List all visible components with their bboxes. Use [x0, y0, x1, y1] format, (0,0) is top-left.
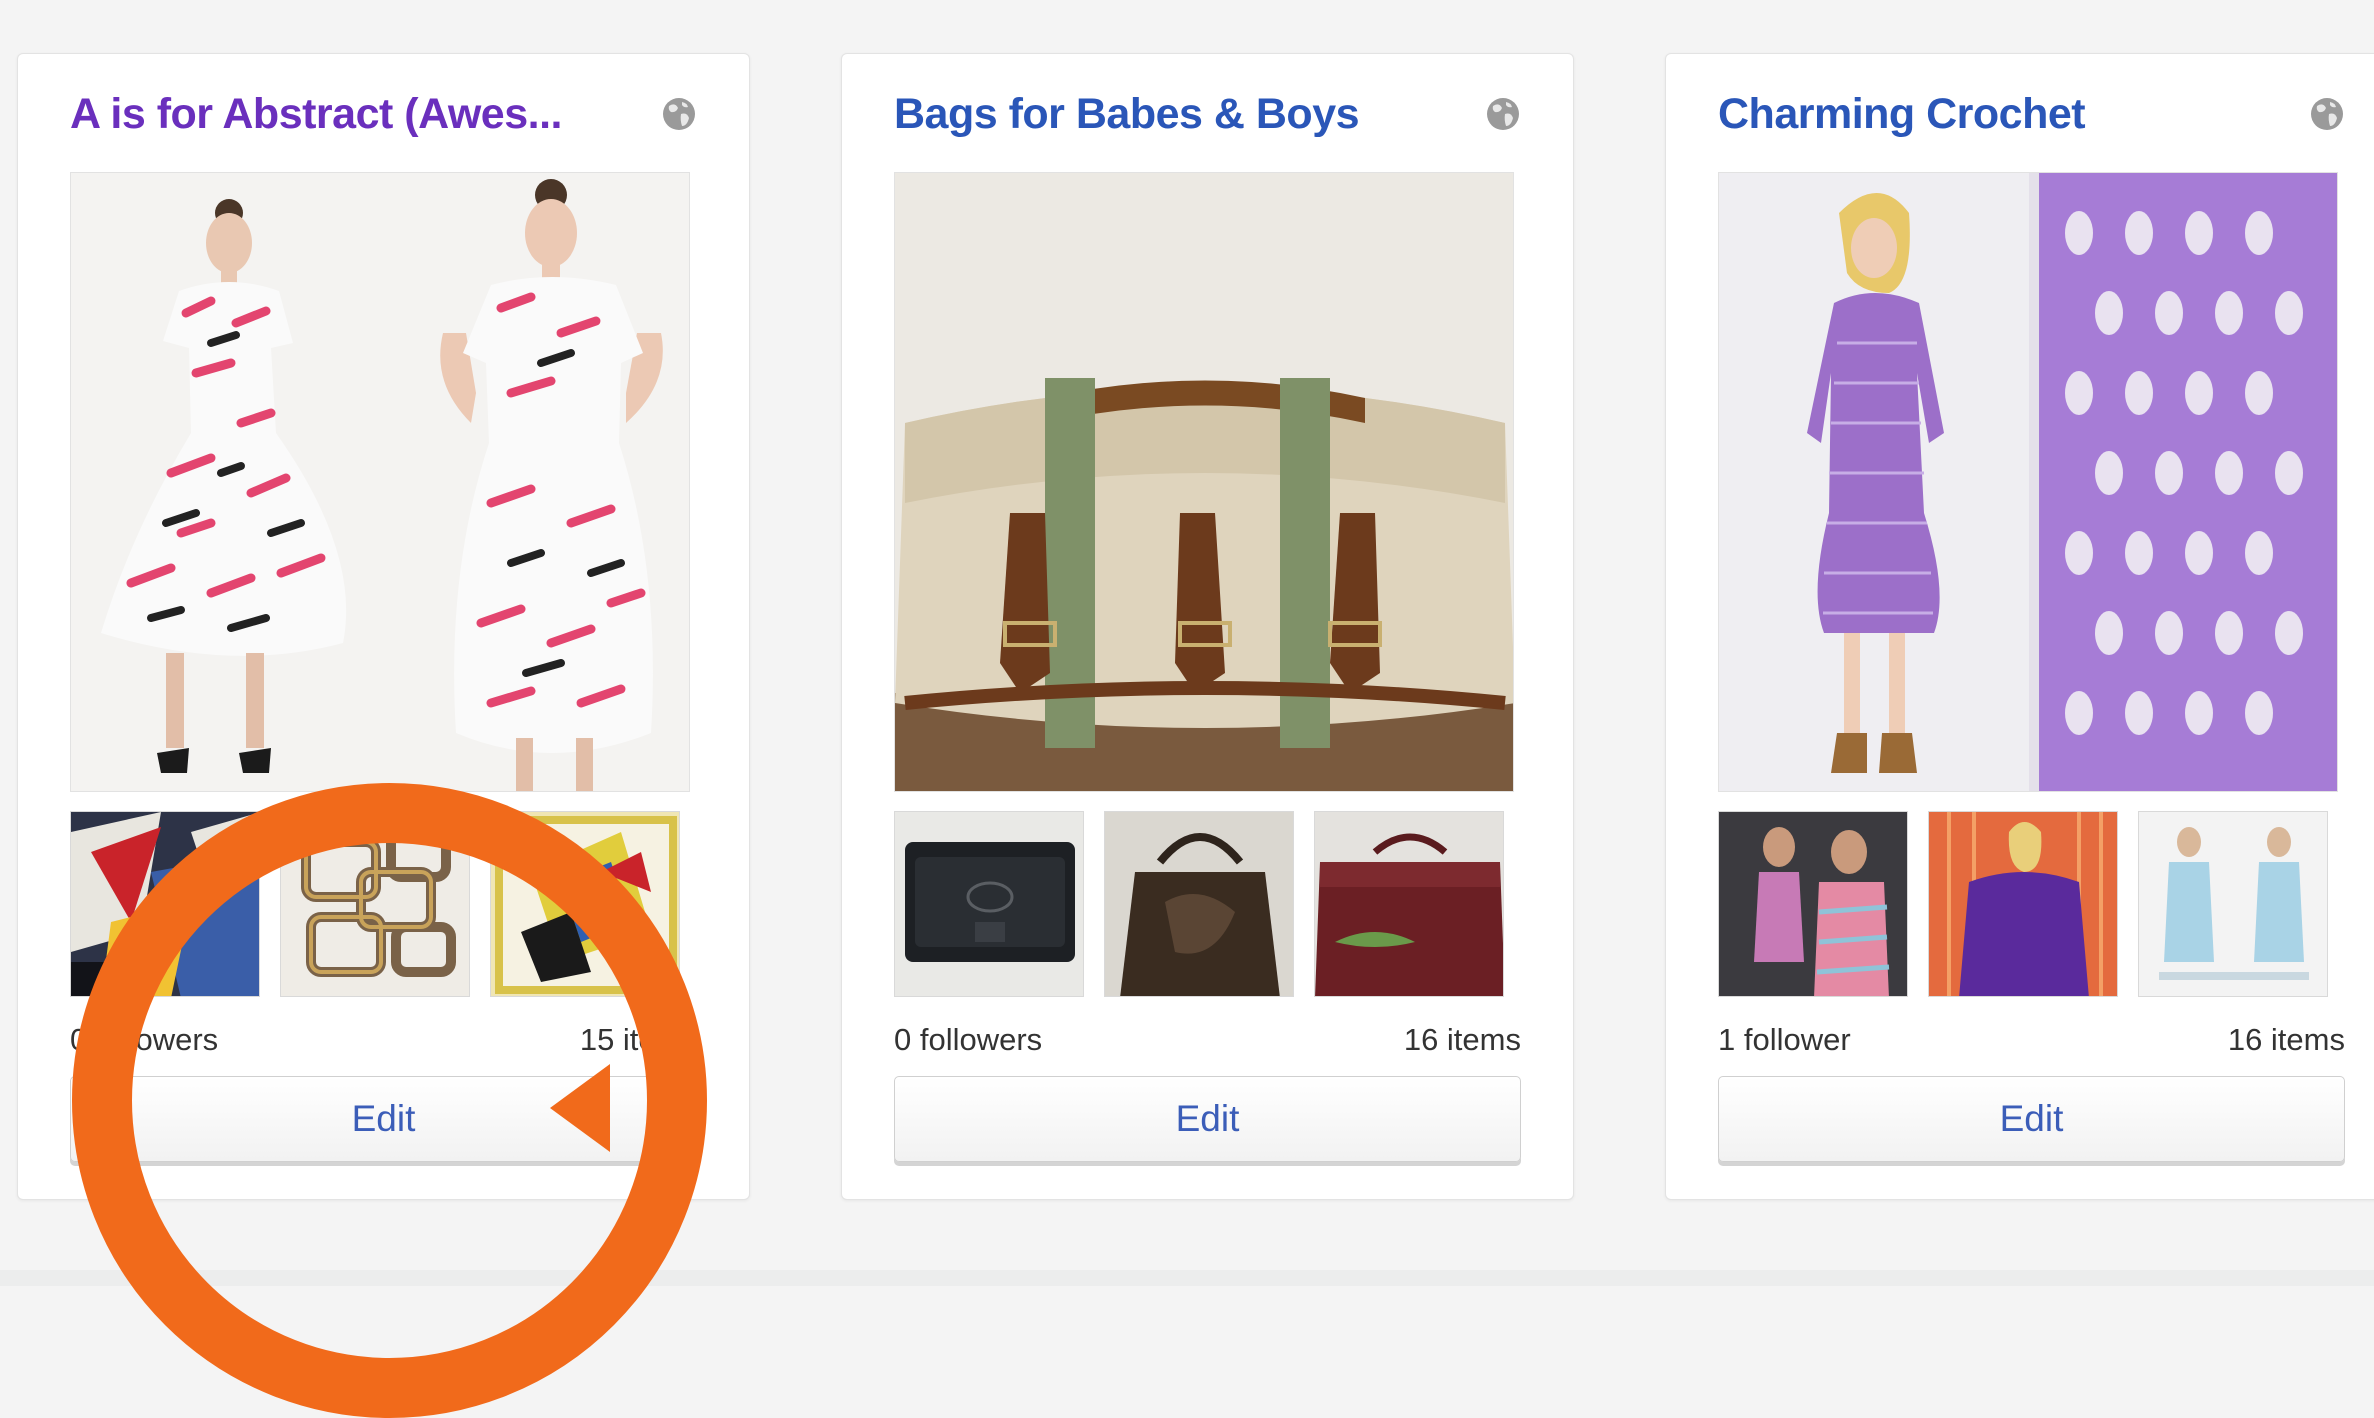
- collection-main-image[interactable]: [70, 172, 690, 792]
- collection-thumbnail[interactable]: [894, 811, 1084, 997]
- collection-title-link[interactable]: A is for Abstract (Awes...: [70, 90, 590, 139]
- collection-card: A is for Abstract (Awes... 0 followers 1…: [17, 53, 750, 1200]
- edit-button[interactable]: Edit: [1718, 1076, 2345, 1162]
- items-count: 16 items: [2227, 1022, 2345, 1057]
- collection-thumbnail[interactable]: [490, 811, 680, 997]
- followers-count: 0 followers: [70, 1022, 219, 1057]
- collection-title-link[interactable]: Charming Crochet: [1718, 90, 2238, 139]
- items-count: 16 items: [1403, 1022, 1521, 1057]
- collection-card: Charming Crochet 1 follower 16 items Edi…: [1665, 53, 2374, 1200]
- collection-thumbnail[interactable]: [1104, 811, 1294, 997]
- edit-button[interactable]: Edit: [894, 1076, 1521, 1162]
- collection-title-link[interactable]: Bags for Babes & Boys: [894, 90, 1414, 139]
- collection-thumbnail[interactable]: [1718, 811, 1908, 997]
- collection-thumbnail[interactable]: [1314, 811, 1504, 997]
- collection-card: Bags for Babes & Boys 0 followers 16 ite…: [841, 53, 1574, 1200]
- collection-main-image[interactable]: [1718, 172, 2338, 792]
- collection-main-image[interactable]: [894, 172, 1514, 792]
- globe-icon: [1487, 98, 1519, 130]
- collection-thumbnail[interactable]: [280, 811, 470, 997]
- globe-icon: [663, 98, 695, 130]
- followers-count: 1 follower: [1718, 1022, 1851, 1057]
- globe-icon: [2311, 98, 2343, 130]
- collection-thumbnail[interactable]: [70, 811, 260, 997]
- collection-thumbnail[interactable]: [2138, 811, 2328, 997]
- items-count: 15 items: [579, 1022, 697, 1057]
- followers-count: 0 followers: [894, 1022, 1043, 1057]
- page-footer-strip: [0, 1270, 2374, 1286]
- collection-thumbnail[interactable]: [1928, 811, 2118, 997]
- tutorial-pointer-arrow-icon: [550, 1064, 610, 1152]
